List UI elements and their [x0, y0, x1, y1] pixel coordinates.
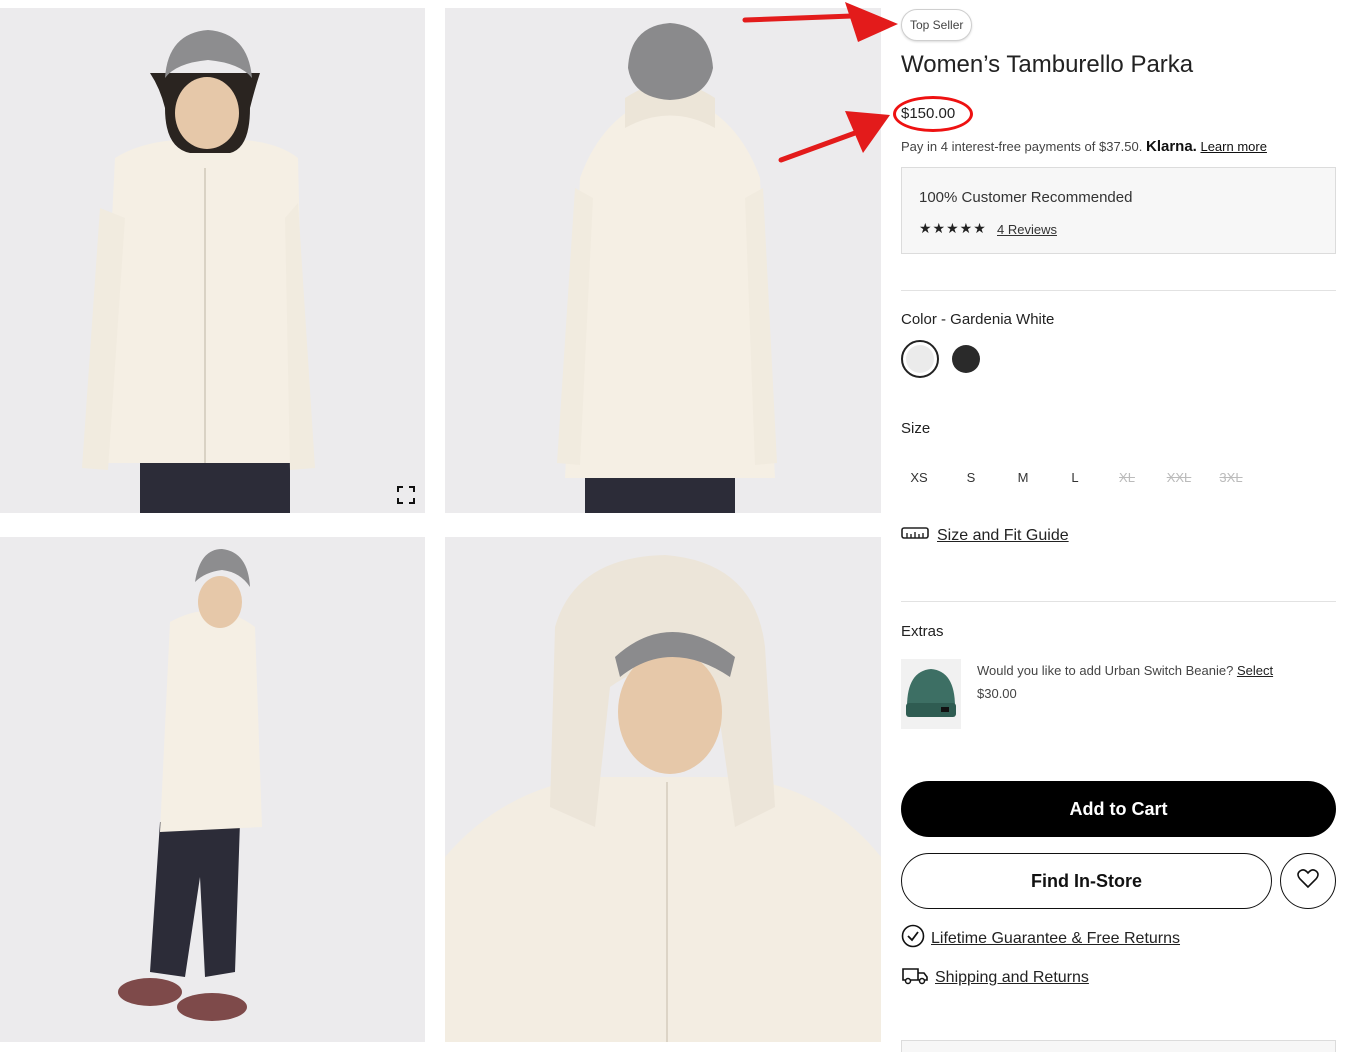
klarna-info: Pay in 4 interest-free payments of $37.5…	[901, 138, 1267, 155]
extra-price: $30.00	[977, 686, 1017, 701]
reviews-link[interactable]: 4 Reviews	[997, 222, 1057, 237]
shipping-row[interactable]: Shipping and Returns	[901, 964, 1089, 991]
extra-select-link[interactable]: Select	[1237, 663, 1273, 678]
extra-offer-question: Would you like to add Urban Switch Beani…	[977, 663, 1234, 678]
color-swatch-gardenia-white[interactable]	[901, 340, 939, 378]
wishlist-button[interactable]	[1280, 853, 1336, 909]
heart-icon	[1297, 868, 1319, 894]
product-image-hood[interactable]	[445, 537, 881, 1042]
size-option-xs[interactable]: XS	[901, 470, 937, 485]
product-image-back[interactable]	[445, 8, 881, 513]
divider	[901, 290, 1336, 291]
klarna-text: Pay in 4 interest-free payments of $37.5…	[901, 139, 1143, 154]
expand-icon[interactable]	[397, 486, 415, 504]
top-seller-badge: Top Seller	[901, 9, 973, 41]
product-image-front[interactable]	[0, 8, 425, 513]
shipping-link[interactable]: Shipping and Returns	[935, 969, 1089, 987]
color-label: Color - Gardenia White	[901, 311, 1055, 328]
extras-label: Extras	[901, 623, 944, 640]
product-image-side[interactable]	[0, 537, 425, 1042]
size-option-3xl[interactable]: 3XL	[1213, 470, 1249, 485]
size-option-l[interactable]: L	[1057, 470, 1093, 485]
add-to-cart-button[interactable]: Add to Cart	[901, 781, 1336, 837]
guarantee-row[interactable]: Lifetime Guarantee & Free Returns	[901, 924, 1180, 953]
divider	[901, 601, 1336, 602]
size-guide-link[interactable]: Size and Fit Guide	[937, 527, 1069, 545]
recommendation-box: 100% Customer Recommended ★★★★★ 4 Review…	[901, 167, 1336, 254]
size-option-s[interactable]: S	[953, 470, 989, 485]
color-swatch-black[interactable]	[952, 345, 980, 373]
beanie-thumbnail[interactable]	[901, 659, 961, 729]
truck-icon	[901, 964, 929, 991]
product-panel: Top Seller Women’s Tamburello Parka $150…	[893, 0, 1336, 1052]
size-option-xxl[interactable]: XXL	[1161, 470, 1197, 485]
product-title: Women’s Tamburello Parka	[901, 51, 1194, 78]
check-circle-icon	[901, 924, 925, 953]
klarna-logo: Klarna.	[1145, 138, 1197, 155]
find-in-store-button[interactable]: Find In-Store	[901, 853, 1272, 909]
bottom-panel-box	[901, 1040, 1336, 1052]
extra-offer: Would you like to add Urban Switch Beani…	[977, 663, 1273, 678]
size-option-xl[interactable]: XL	[1109, 470, 1145, 485]
ruler-icon	[901, 526, 929, 545]
guarantee-link[interactable]: Lifetime Guarantee & Free Returns	[931, 930, 1180, 948]
size-option-m[interactable]: M	[1005, 470, 1041, 485]
product-price: $150.00	[901, 105, 956, 122]
star-rating: ★★★★★	[919, 220, 987, 236]
size-label: Size	[901, 420, 931, 437]
size-guide[interactable]: Size and Fit Guide	[901, 526, 1069, 545]
recommendation-text: 100% Customer Recommended	[919, 189, 1133, 206]
klarna-learn-more-link[interactable]: Learn more	[1200, 139, 1266, 154]
